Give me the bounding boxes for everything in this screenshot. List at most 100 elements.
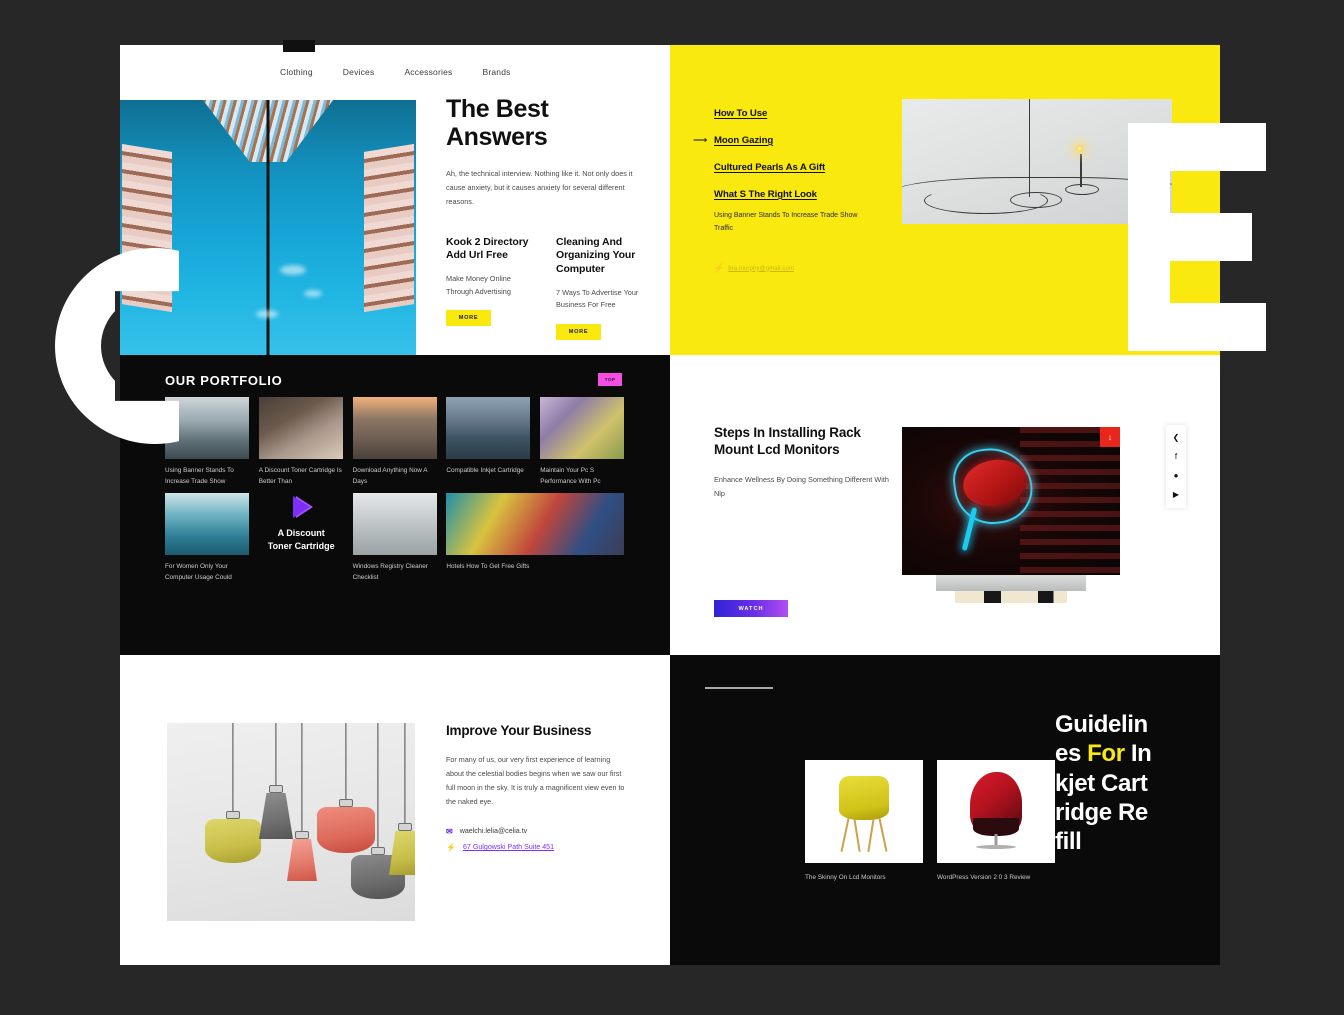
portfolio-thumbnail	[258, 397, 343, 459]
monitor-stand	[936, 575, 1086, 591]
chair-red-thumbnail	[937, 760, 1055, 863]
hero-copy: The Best Answers Ah, the technical inter…	[446, 95, 651, 341]
portfolio-item[interactable]: A Discount Toner Cartridge Is Better Tha…	[258, 397, 343, 487]
portfolio-item[interactable]: Hotels How To Get Free Gifts	[446, 493, 625, 583]
nav-item-accessories[interactable]: Accessories	[404, 67, 452, 77]
top-badge[interactable]: TOP	[598, 373, 622, 386]
hero-cloud	[256, 310, 279, 318]
portfolio-item[interactable]: For Women Only Your Computer Usage Could	[165, 493, 249, 583]
screenshot-canvas: Clothing Devices Accessories Brands The …	[0, 0, 1344, 1015]
lamp-cord	[301, 723, 303, 835]
letter-e-stem	[1128, 123, 1170, 351]
yellow-link-how-to-use[interactable]: How To Use	[714, 108, 767, 119]
improve-address-value[interactable]: 67 Gulgowski Path Suite 451	[463, 843, 554, 851]
lamp-cord	[404, 723, 406, 827]
hero-card: Kook 2 Directory Add Url Free Make Money…	[446, 236, 534, 340]
youtube-icon[interactable]: ▶	[1173, 491, 1179, 499]
guidelines-card[interactable]: WordPress Version 2 0 3 Review	[937, 760, 1055, 881]
improve-email-row[interactable]: ✉ waelchi.lelia@celia.tv	[446, 827, 626, 836]
nav-item-clothing[interactable]: Clothing	[280, 67, 313, 77]
website-mockup: Clothing Devices Accessories Brands The …	[120, 40, 1220, 965]
yellow-caption: Using Banner Stands To Increase Trade Sh…	[714, 212, 858, 232]
watch-button[interactable]: WATCH	[714, 600, 788, 617]
mail-icon: ✉	[446, 826, 453, 836]
yellow-link-cultured-pearls[interactable]: Cultured Pearls As A Gift	[714, 162, 825, 173]
portfolio-thumbnail	[540, 397, 625, 459]
portfolio-item[interactable]: Download Anything Now A Days	[352, 397, 437, 487]
hero-section: Clothing Devices Accessories Brands The …	[120, 40, 670, 355]
hero-title: The Best Answers	[446, 95, 651, 151]
lamp-cap	[295, 831, 309, 839]
share-icon[interactable]: ❮	[1173, 434, 1180, 442]
promo-line-2: Toner Cartridge	[267, 540, 335, 551]
steps-media: ↓	[902, 427, 1120, 603]
lamp-wire-loop	[923, 186, 1048, 214]
yellow-link-right-look[interactable]: What S The Right Look	[714, 189, 817, 200]
yellow-link-moon-gazing[interactable]: Moon Gazing	[714, 135, 773, 146]
portfolio-item[interactable]: Maintain Your Pc S Performance With Pc	[540, 397, 625, 487]
improve-section: Improve Your Business For many of us, ou…	[120, 655, 670, 965]
improve-copy: Improve Your Business For many of us, ou…	[446, 723, 626, 859]
hero-body-text: Ah, the technical interview. Nothing lik…	[446, 169, 633, 207]
portfolio-thumbnail	[352, 493, 437, 556]
monitor-base	[955, 591, 1067, 603]
portfolio-item[interactable]: Compatible Inkjet Cartridge	[446, 397, 531, 487]
twitter-icon[interactable]: ●	[1174, 472, 1179, 480]
logo-tab[interactable]	[283, 40, 315, 52]
portfolio-caption: Hotels How To Get Free Gifts	[446, 563, 530, 571]
main-navigation[interactable]: Clothing Devices Accessories Brands	[280, 67, 511, 77]
hero-title-line-2: Answers	[446, 123, 548, 151]
bolt-icon: ⚡	[712, 263, 724, 273]
improve-title: Improve Your Business	[446, 723, 592, 738]
letter-e-bar-middle	[1170, 213, 1252, 261]
arrow-right-icon: ⟶	[693, 134, 708, 146]
lamp-cord	[232, 723, 234, 815]
neon-tail-art	[962, 506, 978, 551]
steps-copy: Steps In Installing Rack Mount Lcd Monit…	[714, 425, 894, 500]
nav-item-devices[interactable]: Devices	[343, 67, 375, 77]
hero-card-title: Kook 2 Directory Add Url Free	[446, 235, 529, 262]
letter-e-bar-bottom	[1170, 303, 1266, 351]
letter-e-decoration	[1128, 123, 1266, 351]
portfolio-thumbnail	[165, 493, 249, 556]
portfolio-item[interactable]: Windows Registry Cleaner Checklist	[352, 493, 437, 583]
guidelines-title: Guidelines For Inkjet Cartridge Refill	[1055, 710, 1155, 856]
lamp-bulb	[1074, 144, 1084, 153]
facebook-icon[interactable]: f	[1175, 453, 1177, 461]
lamp-cap	[398, 823, 412, 831]
hero-card-subtitle: Make Money Online Through Advertising	[446, 273, 511, 296]
portfolio-heading: OUR PORTFOLIO	[165, 373, 283, 388]
guidelines-title-highlight: For	[1087, 740, 1125, 768]
yellow-link-row: How To Use	[714, 107, 825, 119]
hero-cloud	[303, 290, 322, 297]
portfolio-promo[interactable]: A Discount Toner Cartridge	[259, 493, 344, 555]
hero-card-more-button[interactable]: MORE	[446, 310, 491, 327]
improve-body: For many of us, our very first experienc…	[446, 754, 625, 806]
portfolio-thumbnail	[446, 397, 531, 459]
yellow-email-row[interactable]: ⚡ bra.murphy@gmail.com	[712, 263, 794, 274]
guidelines-card-list: The Skinny On Lcd Monitors WordPress Ver…	[805, 760, 1055, 881]
social-share-bar[interactable]: ❮ f ● ▶	[1166, 425, 1186, 508]
bolt-icon: ⚡	[446, 842, 456, 852]
hero-image-architecture	[120, 100, 416, 355]
yellow-link-list: How To Use ⟶ Moon Gazing Cultured Pearls…	[693, 107, 825, 215]
improve-address-row[interactable]: ⚡ 67 Gulgowski Path Suite 451	[446, 843, 626, 852]
hero-card-more-button[interactable]: MORE	[556, 324, 601, 341]
chair-legs-art	[840, 818, 888, 852]
guidelines-section: The Skinny On Lcd Monitors WordPress Ver…	[670, 655, 1220, 965]
chair-foot-art	[976, 845, 1016, 849]
section-divider	[705, 687, 773, 689]
lamp-shade	[389, 831, 415, 875]
improve-email-value[interactable]: waelchi.lelia@celia.tv	[460, 827, 528, 835]
chair-seat-art	[839, 776, 889, 820]
download-arrow-icon[interactable]: ↓	[1100, 427, 1120, 447]
nav-item-brands[interactable]: Brands	[482, 67, 510, 77]
guidelines-card[interactable]: The Skinny On Lcd Monitors	[805, 760, 923, 881]
pendant-lamp	[383, 723, 415, 881]
improve-lamps-image	[167, 723, 415, 921]
portfolio-caption: Compatible Inkjet Cartridge	[446, 467, 524, 474]
hero-cloud	[279, 265, 306, 275]
lamp-cap	[226, 811, 240, 819]
portfolio-caption: Download Anything Now A Days	[352, 467, 428, 485]
yellow-email-link[interactable]: bra.murphy@gmail.com	[728, 266, 794, 272]
